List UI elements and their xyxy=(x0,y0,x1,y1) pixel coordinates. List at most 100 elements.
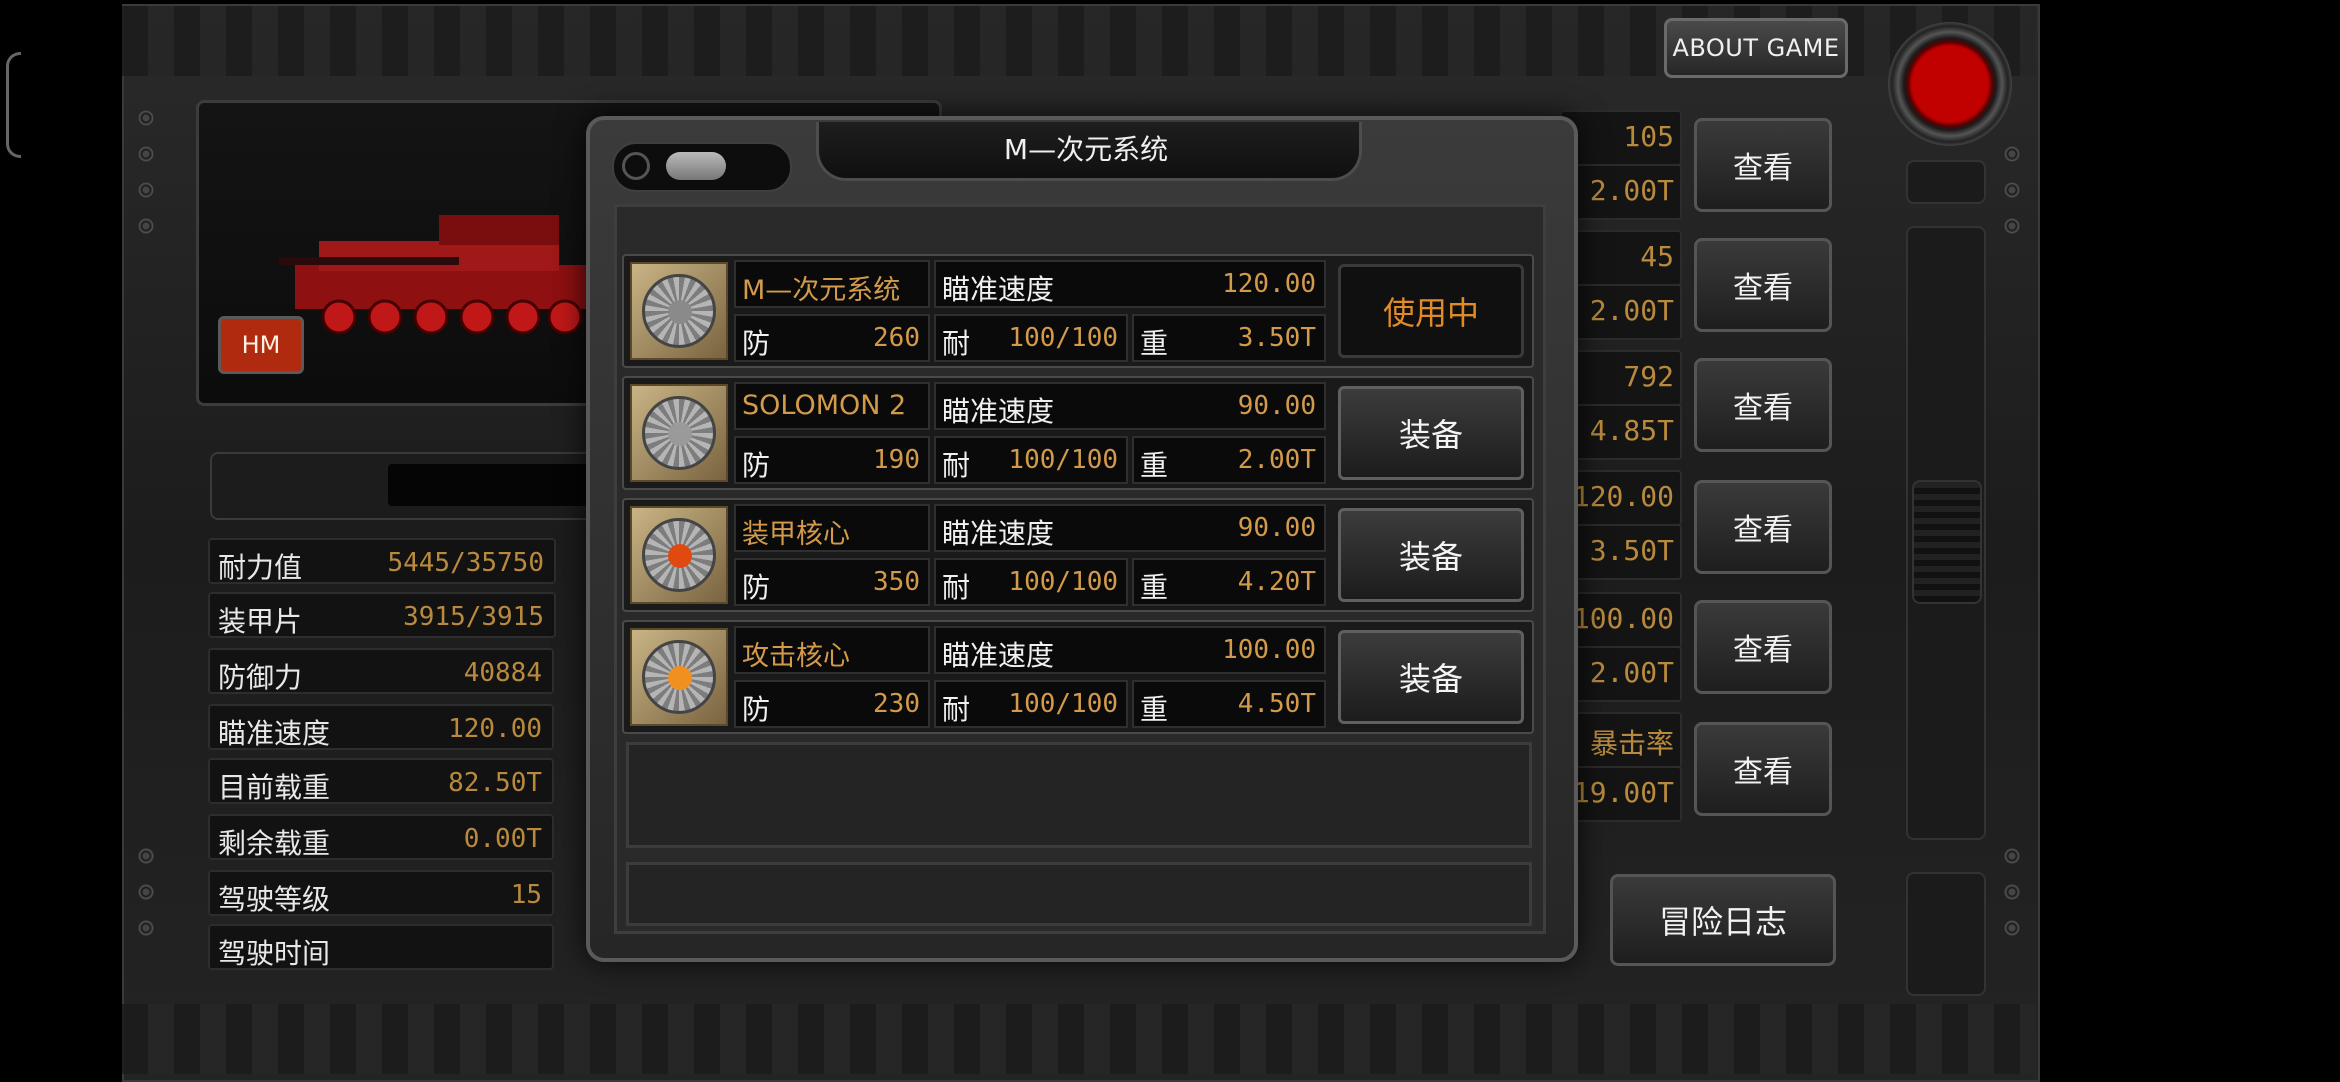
stat-label: 耐力值 xyxy=(218,551,303,584)
view-button[interactable]: 查看 xyxy=(1694,600,1832,694)
stat-value: 3915/3915 xyxy=(403,602,544,632)
right-value: 120.00 xyxy=(1572,480,1674,513)
right-cell: 19.00T xyxy=(1560,766,1682,822)
view-button[interactable]: 查看 xyxy=(1694,238,1832,332)
weight-label: 重 xyxy=(1140,327,1169,360)
right-value: 2.00T xyxy=(1589,656,1674,689)
equip-button[interactable]: 装备 xyxy=(1338,386,1524,480)
rivet xyxy=(2004,218,2020,234)
item-weight-cell: 重 3.50T xyxy=(1132,314,1326,362)
right-cell: 4.85T xyxy=(1560,404,1682,460)
in-use-button[interactable]: 使用中 xyxy=(1338,264,1524,358)
defense-value: 350 xyxy=(873,567,920,597)
side-slot xyxy=(1906,160,1986,204)
toggle-knob[interactable] xyxy=(666,152,726,180)
equip-button[interactable]: 装备 xyxy=(1338,630,1524,724)
rivet xyxy=(138,920,154,936)
stat-value: 40884 xyxy=(463,658,542,688)
rivet xyxy=(138,218,154,234)
item-name: 攻击核心 xyxy=(742,641,850,672)
equipment-thumbnail-icon xyxy=(630,384,728,482)
side-vent xyxy=(1912,480,1982,604)
rivet xyxy=(138,110,154,126)
durability-label: 耐 xyxy=(942,327,971,360)
view-button[interactable]: 查看 xyxy=(1694,480,1832,574)
right-value: 105 xyxy=(1623,120,1674,153)
durability-value: 100/100 xyxy=(1008,689,1118,719)
item-durability-cell: 耐 100/100 xyxy=(934,314,1128,362)
stat-value: 90.00 xyxy=(1237,513,1316,543)
durability-value: 100/100 xyxy=(1008,567,1118,597)
durability-value: 100/100 xyxy=(1008,445,1118,475)
rivet xyxy=(2004,848,2020,864)
durability-label: 耐 xyxy=(942,693,971,726)
adventure-log-button[interactable]: 冒险日志 xyxy=(1610,874,1836,966)
stat-value: 120.00 xyxy=(1222,269,1316,299)
durability-label: 耐 xyxy=(942,449,971,482)
rivet xyxy=(2004,884,2020,900)
about-game-button[interactable]: ABOUT GAME xyxy=(1664,18,1848,78)
core-icon xyxy=(668,422,692,446)
item-defense-cell: 防 230 xyxy=(734,680,930,728)
view-button[interactable]: 查看 xyxy=(1694,722,1832,816)
right-value: 2.00T xyxy=(1589,294,1674,327)
item-stat-cell: 瞄准速度 120.00 xyxy=(934,260,1326,308)
stat-value: 82.50T xyxy=(448,768,542,798)
stat-value: 120.00 xyxy=(448,714,542,744)
screen-edge-bracket xyxy=(6,52,21,158)
core-icon xyxy=(668,666,692,690)
right-cell: 45 xyxy=(1560,230,1682,286)
item-stat-cell: 瞄准速度 90.00 xyxy=(934,504,1326,552)
item-durability-cell: 耐 100/100 xyxy=(934,558,1128,606)
stat-value: 5445/35750 xyxy=(387,548,544,578)
defense-value: 190 xyxy=(873,445,920,475)
rivet xyxy=(2004,920,2020,936)
rivet xyxy=(138,884,154,900)
eye-icon xyxy=(622,152,650,180)
equipment-thumbnail-icon xyxy=(630,506,728,604)
item-durability-cell: 耐 100/100 xyxy=(934,436,1128,484)
right-value: 100.00 xyxy=(1572,602,1674,635)
equipment-item: M—次元系统 瞄准速度 120.00 防 260 耐 100/100 重 3.50T 使用中 xyxy=(622,254,1534,368)
hm-badge[interactable]: HM xyxy=(218,316,304,374)
right-value: 2.00T xyxy=(1589,174,1674,207)
weight-value: 4.20T xyxy=(1237,567,1316,597)
stat-value: 90.00 xyxy=(1237,391,1316,421)
right-cell: 120.00 xyxy=(1560,470,1682,526)
defense-label: 防 xyxy=(742,693,771,726)
equipment-item: SOLOMON 2 瞄准速度 90.00 防 190 耐 100/100 重 2.00T 装备 xyxy=(622,376,1534,490)
stat-label: 瞄准速度 xyxy=(942,273,1055,306)
item-name-cell: 装甲核心 xyxy=(734,504,930,552)
right-value: 792 xyxy=(1623,360,1674,393)
stat-label: 驾驶等级 xyxy=(218,883,331,916)
weight-value: 2.00T xyxy=(1237,445,1316,475)
item-defense-cell: 防 190 xyxy=(734,436,930,484)
right-value: 45 xyxy=(1640,240,1674,273)
right-cell: 105 xyxy=(1560,110,1682,166)
durability-label: 耐 xyxy=(942,571,971,604)
empty-item-slot xyxy=(626,742,1532,848)
view-button[interactable]: 查看 xyxy=(1694,358,1832,452)
rivet xyxy=(138,182,154,198)
item-name-cell: M—次元系统 xyxy=(734,260,930,308)
stat-row: 瞄准速度 120.00 xyxy=(208,704,554,750)
stat-value: 100.00 xyxy=(1222,635,1316,665)
stat-value: 0.00T xyxy=(463,824,542,854)
side-slot xyxy=(1906,872,1986,996)
stat-label: 瞄准速度 xyxy=(942,517,1055,550)
right-value: 3.50T xyxy=(1589,534,1674,567)
defense-value: 230 xyxy=(873,689,920,719)
equip-button[interactable]: 装备 xyxy=(1338,508,1524,602)
stat-row: 剩余载重 0.00T xyxy=(208,814,554,860)
equipment-item: 装甲核心 瞄准速度 90.00 防 350 耐 100/100 重 4.20T 装备 xyxy=(622,498,1534,612)
view-toggle[interactable] xyxy=(612,142,792,192)
rivet xyxy=(2004,182,2020,198)
view-button[interactable]: 查看 xyxy=(1694,118,1832,212)
item-durability-cell: 耐 100/100 xyxy=(934,680,1128,728)
red-action-button[interactable] xyxy=(1888,22,2012,146)
stat-row: 防御力 40884 xyxy=(208,648,554,694)
equipment-thumbnail-icon xyxy=(630,262,728,360)
defense-label: 防 xyxy=(742,327,771,360)
stat-label: 剩余载重 xyxy=(218,827,331,860)
item-weight-cell: 重 4.50T xyxy=(1132,680,1326,728)
